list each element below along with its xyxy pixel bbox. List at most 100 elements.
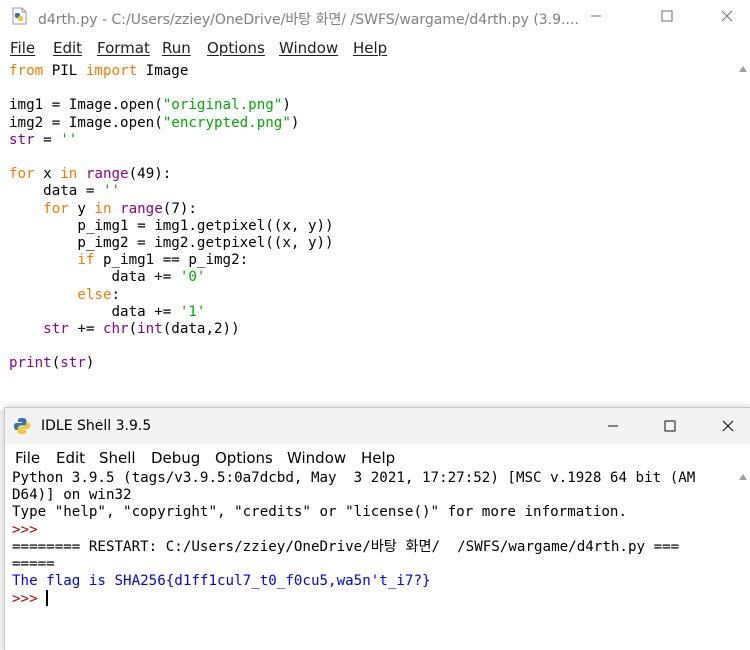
code-line-token: ( [128, 321, 138, 338]
code-line: p_img2 = img2.getpixel((x, y)) [9, 235, 334, 252]
code-line-token: p_img1 == p_img2: [94, 252, 249, 269]
shell-line: Python 3.9.5 (tags/v3.9.5:0a7dcbd, May 3… [12, 470, 695, 487]
menu-file[interactable]: File [10, 39, 35, 57]
code-line-token [77, 166, 86, 182]
code-line: data += '0' [9, 269, 334, 286]
code-line: str += chr(int(data,2)) [9, 321, 334, 338]
code-line-token: data += [9, 303, 180, 320]
shell-menu-file[interactable]: File [15, 449, 40, 467]
shell-menu-window[interactable]: Window [287, 449, 346, 467]
code-line-token: "original.png" [162, 97, 283, 114]
code-line-token: in [94, 200, 112, 217]
shell-line-token: >>> [12, 521, 47, 538]
maximize-icon [661, 10, 673, 22]
shell-menu-debug[interactable]: Debug [151, 449, 200, 467]
menu-edit[interactable]: Edit [53, 39, 82, 57]
code-line: img1 = Image.open("original.png") [9, 97, 334, 114]
shell-line: >>> [12, 590, 695, 608]
code-line-token: import [85, 63, 138, 79]
shell-scrollbar[interactable] [736, 470, 750, 650]
shell-menubar: File Edit Shell Debug Options Window Hel… [5, 446, 750, 470]
menu-run[interactable]: Run [162, 39, 191, 57]
code-line: p_img1 = img1.getpixel((x, y)) [9, 218, 333, 235]
code-line: for y in range(7): [9, 201, 334, 218]
code-line-token [9, 287, 77, 303]
shell-line: Type "help", "copyright", "credits" or "… [12, 504, 695, 521]
minimize-button[interactable] [573, 0, 619, 32]
code-line: for x in range(49): [9, 166, 334, 183]
shell-line-token: ======== RESTART: C:/Users/zziey/OneDriv… [12, 538, 680, 555]
shell-menu-edit[interactable]: Edit [56, 449, 85, 467]
code-line-token: data = [9, 183, 103, 200]
minimize-icon [608, 425, 618, 427]
code-line-token: img1 = Image.open( [9, 97, 163, 114]
code-line-token: from [9, 63, 44, 79]
shell-line: ===== [12, 556, 695, 573]
menu-help[interactable]: Help [353, 39, 387, 57]
minimize-icon [591, 15, 601, 17]
shell-menu-options[interactable]: Options [215, 449, 273, 467]
shell-titlebar[interactable]: IDLE Shell 3.9.5 [5, 408, 750, 444]
code-line-token: (7): [162, 200, 197, 217]
shell-close-button[interactable] [705, 410, 750, 442]
code-line-token [112, 201, 121, 217]
code-line-token: (data,2)) [162, 321, 240, 338]
menu-format[interactable]: Format [97, 39, 150, 57]
shell-output[interactable]: Python 3.9.5 (tags/v3.9.5:0a7dcbd, May 3… [12, 470, 695, 609]
code-line-token: str [43, 321, 69, 338]
code-line-token [9, 321, 43, 337]
code-line-token: "encrypted.png" [162, 114, 291, 131]
code-line-token: ) [290, 114, 300, 131]
code-line-token: = [34, 131, 61, 148]
editor-menubar: File Edit Format Run Options Window Help [0, 36, 750, 60]
code-line: ​ [9, 149, 334, 166]
shell-line: D64)] on win32 [12, 487, 695, 504]
scroll-up-icon[interactable] [739, 66, 747, 72]
code-line-token: y [68, 200, 95, 217]
shell-menu-help[interactable]: Help [361, 449, 395, 467]
menu-window[interactable]: Window [279, 39, 338, 57]
code-line-token: ) [282, 97, 291, 114]
shell-minimize-button[interactable] [590, 410, 636, 442]
code-line-token: PIL [43, 63, 86, 79]
code-line-token: ) [85, 355, 95, 372]
code-line: img2 = Image.open("encrypted.png") [9, 115, 334, 132]
close-button[interactable] [704, 0, 750, 32]
close-icon [721, 10, 733, 22]
code-line: data = '' [9, 183, 334, 200]
code-line-token: '' [102, 183, 121, 200]
shell-menu-shell[interactable]: Shell [99, 449, 136, 467]
code-line-token: p_img2 = img2.getpixel((x, y)) [9, 235, 334, 252]
code-line-token: (49): [128, 166, 172, 183]
shell-line-token: Python 3.9.5 (tags/v3.9.5:0a7dcbd, May 3… [12, 470, 696, 486]
menu-options[interactable]: Options [207, 39, 265, 57]
code-line-token: : [111, 286, 121, 303]
code-line-token: in [60, 166, 78, 183]
shell-line-token: Type "help", "copyright", "credits" or "… [12, 504, 627, 521]
shell-window: IDLE Shell 3.9.5 File Edit Shell Debug O… [5, 408, 750, 650]
shell-title: IDLE Shell 3.9.5 [41, 418, 152, 434]
code-line-token: range [120, 200, 163, 217]
code-line-token: str [60, 355, 86, 372]
code-line: data += '1' [9, 304, 334, 321]
editor-title: d4rth.py - C:/Users/zziey/OneDrive/바탕 화면… [38, 12, 579, 28]
editor-scrollbar[interactable] [736, 62, 750, 410]
code-editor[interactable]: from PIL import Image​img1 = Image.open(… [9, 63, 334, 373]
code-line-token: '1' [179, 303, 206, 320]
code-line-token: else [77, 286, 112, 303]
shell-line: >>> [12, 522, 695, 539]
code-line-token: '' [60, 131, 78, 148]
maximize-button[interactable] [644, 0, 690, 32]
shell-line-token: >>> [12, 591, 47, 608]
python-file-icon [12, 7, 27, 25]
scroll-up-icon[interactable] [739, 474, 747, 480]
code-line: if p_img1 == p_img2: [9, 252, 334, 269]
code-line-token: for [43, 200, 69, 217]
shell-line: The flag is SHA256{d1ff1cul7_t0_f0cu5,wa… [12, 573, 695, 590]
maximize-icon [664, 420, 676, 432]
text-cursor [46, 590, 49, 607]
close-icon [722, 420, 734, 432]
shell-maximize-button[interactable] [647, 410, 693, 442]
shell-line-token: The flag is SHA256{d1ff1cul7_t0_f0cu5,wa… [12, 573, 431, 590]
editor-titlebar[interactable]: d4rth.py - C:/Users/zziey/OneDrive/바탕 화면… [0, 0, 750, 34]
